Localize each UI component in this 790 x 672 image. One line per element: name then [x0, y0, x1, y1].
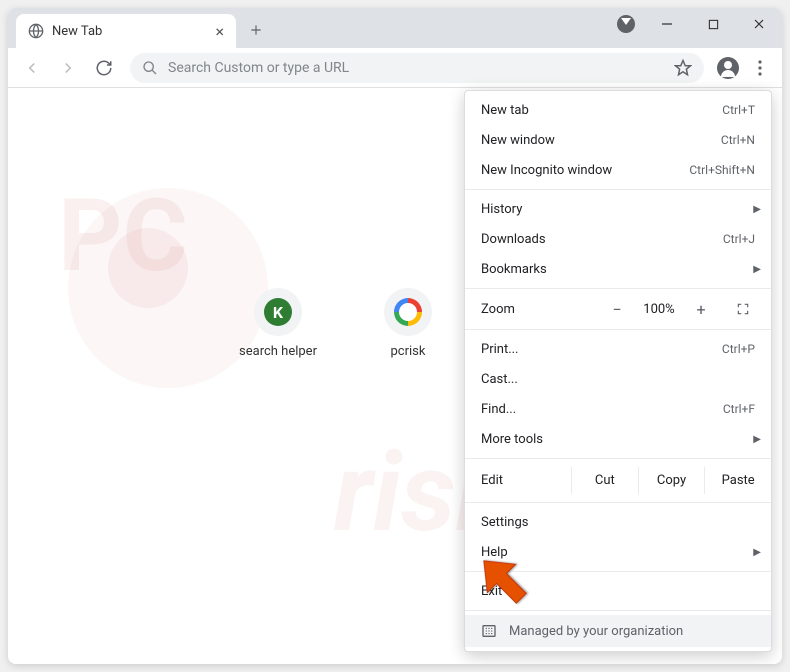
menu-settings[interactable]: Settings: [465, 507, 771, 537]
shortcut-search-helper[interactable]: K search helper: [228, 288, 328, 359]
search-tabs-icon[interactable]: [608, 8, 644, 40]
menu-separator: [465, 502, 771, 503]
globe-icon: [28, 23, 44, 39]
titlebar: New Tab ×: [8, 8, 782, 48]
menu-separator: [465, 189, 771, 190]
menu-separator: [465, 571, 771, 572]
chevron-right-icon: ▶: [753, 547, 761, 558]
shortcuts-row: K search helper pcrisk: [228, 288, 458, 359]
chevron-right-icon: ▶: [753, 264, 761, 275]
menu-separator: [465, 458, 771, 459]
edit-paste-button[interactable]: Paste: [704, 467, 771, 494]
menu-bookmarks[interactable]: Bookmarks ▶: [465, 254, 771, 284]
chevron-right-icon: ▶: [753, 204, 761, 215]
menu-downloads[interactable]: Downloads Ctrl+J: [465, 224, 771, 254]
menu-separator: [465, 329, 771, 330]
menu-zoom: Zoom − 100% +: [465, 293, 771, 325]
maximize-button[interactable]: [690, 8, 736, 40]
building-icon: [481, 623, 497, 639]
menu-find[interactable]: Find... Ctrl+F: [465, 394, 771, 424]
avatar-icon: [717, 57, 739, 79]
zoom-in-button[interactable]: +: [689, 297, 713, 321]
edit-cut-button[interactable]: Cut: [571, 467, 638, 494]
back-button[interactable]: [16, 52, 48, 84]
zoom-out-button[interactable]: −: [605, 297, 629, 321]
browser-window: New Tab ×: [8, 8, 782, 664]
menu-help[interactable]: Help ▶: [465, 537, 771, 567]
forward-button[interactable]: [52, 52, 84, 84]
fullscreen-icon[interactable]: [731, 297, 755, 321]
edit-copy-button[interactable]: Copy: [638, 467, 705, 494]
menu-new-window[interactable]: New window Ctrl+N: [465, 125, 771, 155]
new-tab-button[interactable]: [242, 16, 270, 44]
search-icon: [142, 60, 158, 76]
omnibox[interactable]: Search Custom or type a URL: [130, 53, 704, 83]
bookmark-star-icon[interactable]: [674, 59, 692, 77]
profile-button[interactable]: [714, 54, 742, 82]
menu-managed-by-org[interactable]: Managed by your organization: [465, 615, 771, 647]
shortcut-pcrisk[interactable]: pcrisk: [358, 288, 458, 359]
main-menu-button[interactable]: [746, 54, 774, 82]
zoom-value: 100%: [637, 302, 681, 317]
shortcut-icon: [384, 288, 432, 336]
reload-button[interactable]: [88, 52, 120, 84]
menu-edit: Edit Cut Copy Paste: [465, 463, 771, 498]
main-menu-dropdown: New tab Ctrl+T New window Ctrl+N New Inc…: [464, 90, 772, 652]
menu-separator: [465, 610, 771, 611]
omnibox-placeholder: Search Custom or type a URL: [168, 60, 349, 76]
shortcut-label: search helper: [239, 344, 317, 359]
close-tab-icon[interactable]: ×: [215, 22, 224, 41]
window-controls: [608, 8, 782, 40]
toolbar: Search Custom or type a URL: [8, 48, 782, 88]
shortcut-icon: K: [254, 288, 302, 336]
chevron-right-icon: ▶: [753, 434, 761, 445]
menu-cast[interactable]: Cast...: [465, 364, 771, 394]
tab-active[interactable]: New Tab ×: [16, 14, 236, 48]
close-window-button[interactable]: [736, 8, 782, 40]
shortcut-label: pcrisk: [391, 344, 426, 359]
menu-separator: [465, 288, 771, 289]
menu-new-tab[interactable]: New tab Ctrl+T: [465, 95, 771, 125]
menu-print[interactable]: Print... Ctrl+P: [465, 334, 771, 364]
menu-more-tools[interactable]: More tools ▶: [465, 424, 771, 454]
menu-history[interactable]: History ▶: [465, 194, 771, 224]
minimize-button[interactable]: [644, 8, 690, 40]
tab-title: New Tab: [52, 24, 102, 39]
menu-incognito[interactable]: New Incognito window Ctrl+Shift+N: [465, 155, 771, 185]
menu-exit[interactable]: Exit: [465, 576, 771, 606]
